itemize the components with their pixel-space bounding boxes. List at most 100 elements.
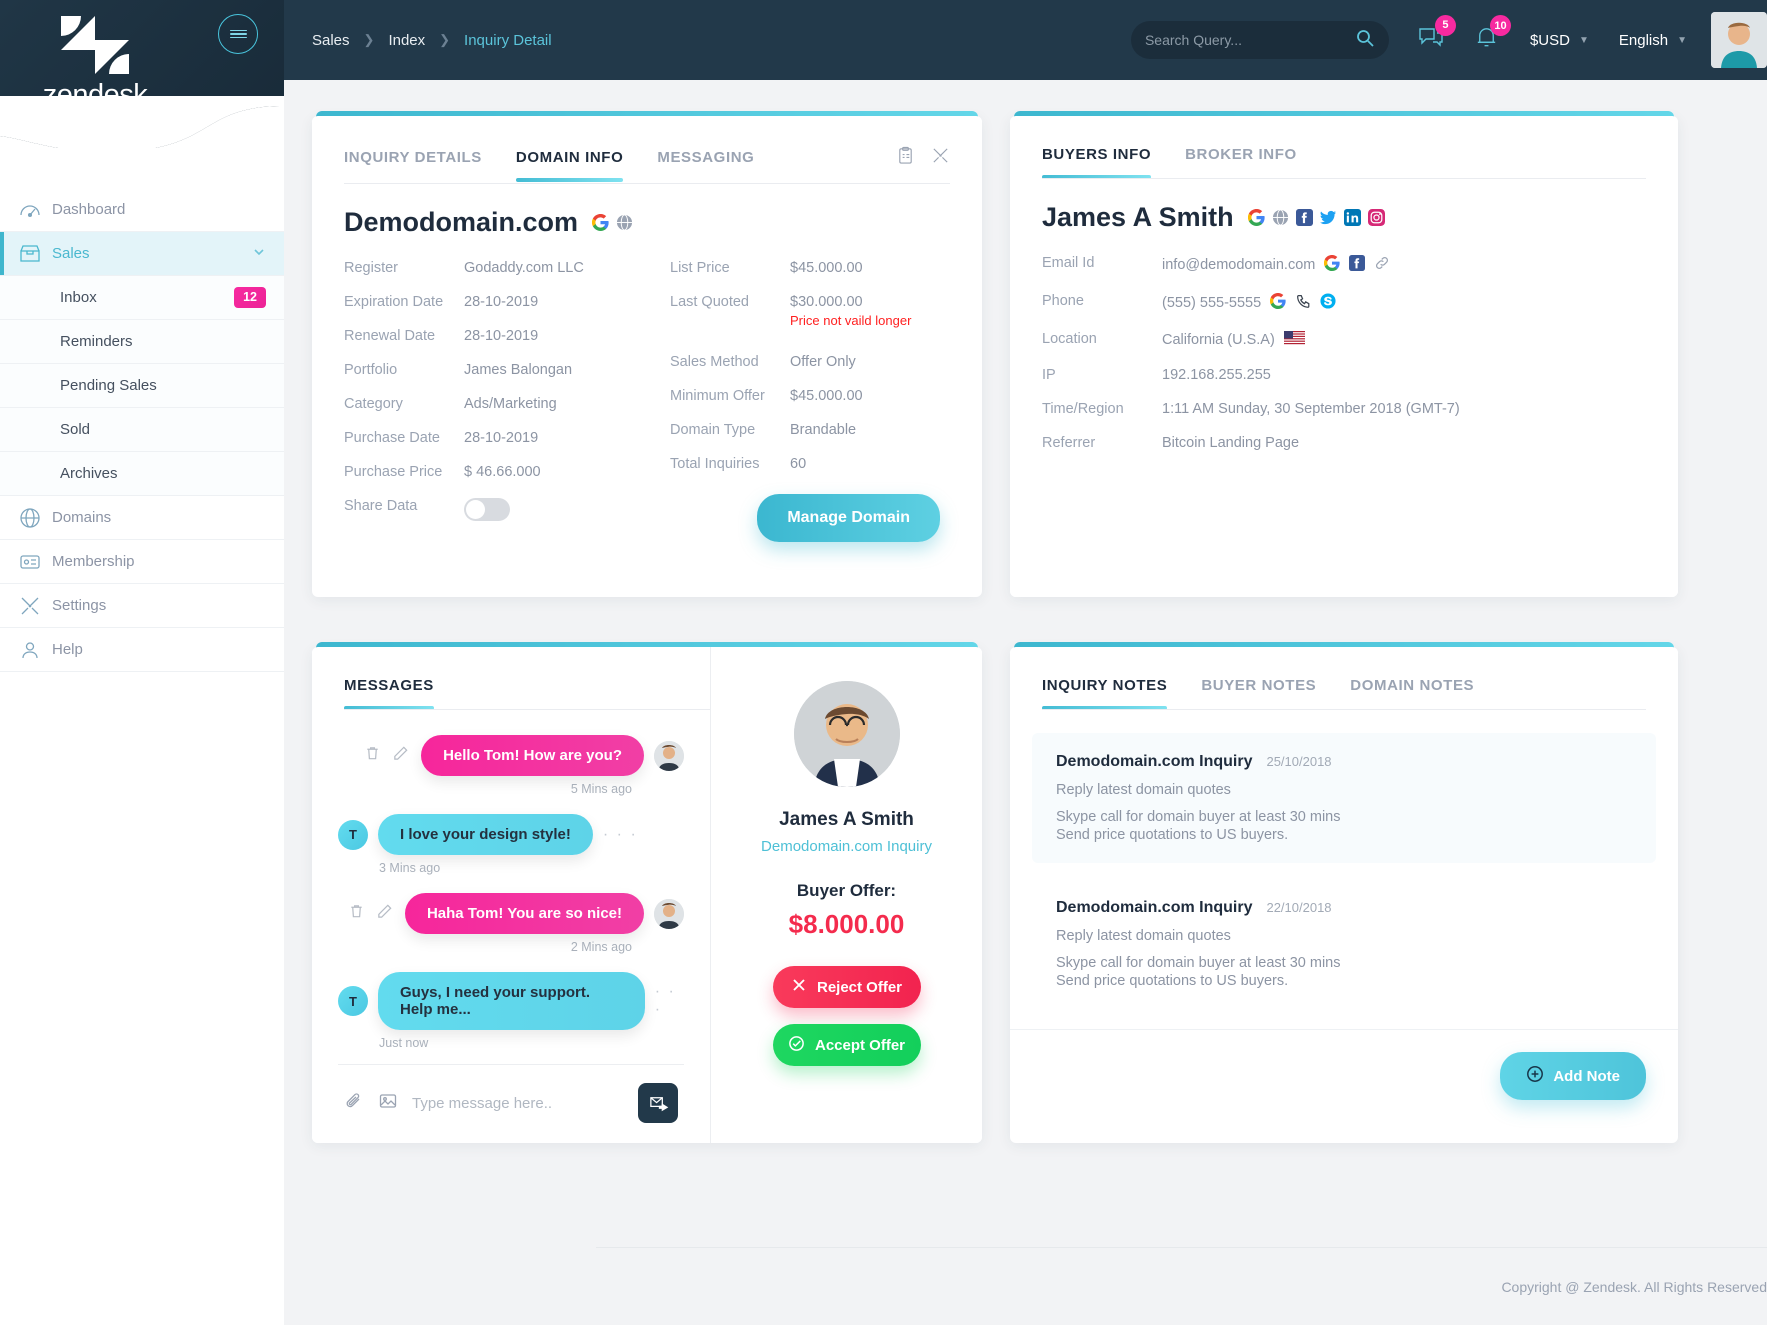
google-icon[interactable] [1247,202,1265,233]
pencil-icon[interactable] [376,903,393,925]
notifications-icon-button[interactable]: 10 [1473,15,1511,56]
sidebar-item-label: Settings [52,597,107,614]
send-message-icon[interactable] [638,1083,678,1123]
field-value: James Balongan [464,362,573,378]
field-register: Register Godaddy.com LLC [344,260,670,276]
pencil-icon[interactable] [392,745,409,767]
globe-icon[interactable] [1272,202,1289,233]
field-label: Register [344,260,398,276]
trash-icon[interactable] [348,903,365,925]
tab-broker-info[interactable]: BROKER INFO [1185,146,1297,179]
tab-inquiry-notes[interactable]: INQUIRY NOTES [1042,677,1168,710]
field-minimum-offer: Minimum Offer $45.000.00 [670,388,950,404]
content-grid: INQUIRY DETAILS DOMAIN INFO MESSAGING De… [284,80,1767,1143]
phone-call-icon[interactable] [1295,293,1311,313]
sidebar-item-pending-sales[interactable]: Pending Sales [0,364,284,408]
sidebar-item-sold[interactable]: Sold [0,408,284,452]
offer-inquiry-link[interactable]: Demodomain.com Inquiry [731,838,962,855]
globe-icon[interactable] [616,207,633,238]
breadcrumb-sales[interactable]: Sales [312,32,350,49]
instagram-icon[interactable] [1367,202,1385,233]
link-icon[interactable] [1374,255,1390,275]
hamburger-menu-icon[interactable] [218,14,258,54]
sidebar-nav: Dashboard Sales Inbox 12 Reminders Pendi… [0,188,284,672]
accept-offer-button[interactable]: Accept Offer [772,1024,921,1066]
field-label: Portfolio [344,362,398,378]
sidebar-item-membership[interactable]: Membership [0,540,284,584]
linkedin-icon[interactable] [1343,202,1361,233]
search-box[interactable] [1130,21,1389,59]
tools-icon[interactable] [931,146,950,170]
clipboard-icon[interactable] [896,146,915,170]
domain-right-fields: List Price $45.000.00 Last Quoted $30.00… [670,260,950,542]
sidebar-item-dashboard[interactable]: Dashboard [0,188,284,232]
image-icon[interactable] [378,1091,398,1116]
skype-icon[interactable] [1320,293,1336,313]
note-item[interactable]: Demodomain.com Inquiry 25/10/2018 Reply … [1032,733,1656,863]
tab-buyers-info[interactable]: BUYERS INFO [1042,146,1152,179]
field-value: 28-10-2019 [464,328,539,344]
google-icon[interactable] [1270,292,1286,313]
message-options-icon[interactable]: · · · [603,826,638,844]
paperclip-icon[interactable] [344,1091,364,1116]
manage-domain-button[interactable]: Manage Domain [757,494,940,542]
google-icon[interactable] [1324,254,1341,275]
membership-card-icon [18,550,52,574]
sidebar-item-settings[interactable]: Settings [0,584,284,628]
field-label: Total Inquiries [670,456,760,472]
sidebar-item-domains[interactable]: Domains [0,496,284,540]
logo[interactable]: zendesk [40,14,150,112]
language-selector[interactable]: English ▼ [1619,32,1687,49]
sidebar-item-inbox[interactable]: Inbox 12 [0,276,284,320]
buyer-offer-pane: James A Smith Demodomain.com Inquiry Buy… [710,647,982,1143]
facebook-icon[interactable] [1295,202,1313,233]
sidebar-item-archives[interactable]: Archives [0,452,284,496]
reject-offer-button[interactable]: Reject Offer [772,966,921,1008]
message-item: Haha Tom! You are so nice! [338,893,684,934]
user-avatar-photo[interactable] [1711,12,1767,68]
sidebar-item-help[interactable]: Help [0,628,284,672]
notes-list: Demodomain.com Inquiry 25/10/2018 Reply … [1010,711,1678,1029]
message-time: 5 Mins ago [570,782,632,796]
tab-buyer-notes[interactable]: BUYER NOTES [1201,677,1316,710]
sidebar-item-reminders[interactable]: Reminders [0,320,284,364]
tab-domain-notes[interactable]: DOMAIN NOTES [1350,677,1474,710]
tab-inquiry-details[interactable]: INQUIRY DETAILS [344,149,482,182]
field-value: 28-10-2019 [464,294,539,310]
google-icon[interactable] [591,207,609,238]
add-note-button[interactable]: Add Note [1500,1052,1646,1100]
sidebar-item-sales[interactable]: Sales [0,232,284,276]
add-note-label: Add Note [1553,1067,1620,1085]
facebook-icon[interactable] [1349,255,1366,275]
field-value: Offer Only [790,354,856,370]
share-data-toggle[interactable] [464,498,510,521]
message-options-icon[interactable]: · · · [655,983,684,1019]
note-item[interactable]: Demodomain.com Inquiry 22/10/2018 Reply … [1032,879,1656,1009]
message-item: T Guys, I need your support. Help me... … [338,972,684,1030]
field-time-region: Time/Region 1:11 AM Sunday, 30 September… [1042,401,1646,417]
breadcrumb-separator-icon: ❯ [363,32,375,47]
twitter-icon[interactable] [1319,202,1337,233]
copyright-text: Copyright @ Zendesk. All Rights Reserved [1501,1278,1767,1295]
message-input[interactable] [412,1094,624,1112]
field-share-data: Share Data [344,498,670,521]
search-icon[interactable] [1355,28,1375,53]
field-label: Sales Method [670,354,759,370]
field-label: Purchase Date [344,430,440,446]
tab-messaging[interactable]: MESSAGING [657,149,754,182]
chevron-down-icon: ▼ [1677,34,1687,46]
currency-selector[interactable]: $USD ▼ [1530,32,1589,49]
messages-count-badge: 5 [1434,14,1456,36]
field-total-inquiries: Total Inquiries 60 [670,456,950,472]
trash-icon[interactable] [364,745,381,767]
breadcrumb-index[interactable]: Index [388,32,425,49]
search-input[interactable] [1144,32,1355,48]
check-circle-icon [788,1035,805,1056]
message-compose-bar [338,1064,684,1123]
message-avatar-initial: T [338,986,368,1016]
field-label: Referrer [1042,435,1096,451]
messages-icon-button[interactable]: 5 [1417,14,1456,57]
chevron-down-icon[interactable] [252,245,266,263]
tab-domain-info[interactable]: DOMAIN INFO [515,149,624,182]
field-portfolio: Portfolio James Balongan [344,362,670,378]
